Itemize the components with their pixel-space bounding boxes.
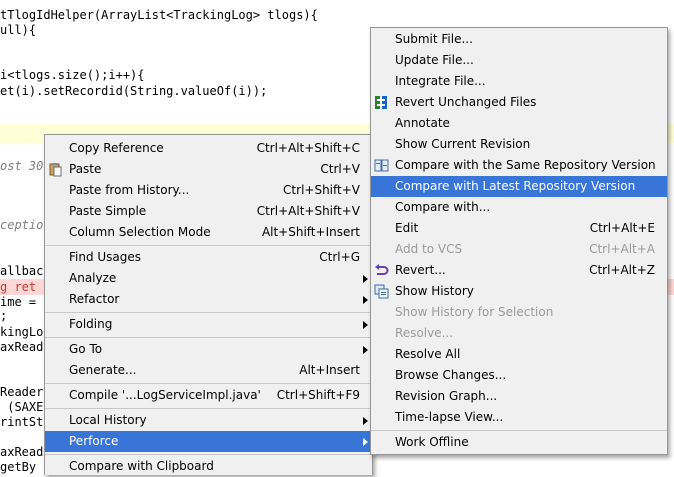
editor-context-menu: Copy Reference Ctrl+Alt+Shift+C Paste Ct… xyxy=(44,134,373,475)
menu-item-resolve[interactable]: Resolve... xyxy=(371,323,667,344)
menu-separator xyxy=(45,383,372,384)
code-line: et(i).setRecordid(String.valueOf(i)); xyxy=(0,84,268,98)
code-line: ception xyxy=(0,218,51,232)
submenu-arrow-icon xyxy=(363,346,368,354)
code-line: rintSt xyxy=(0,415,44,429)
menu-item-edit[interactable]: Edit Ctrl+Alt+E xyxy=(371,218,667,239)
menu-item-find-usages[interactable]: Find Usages Ctrl+G xyxy=(45,247,372,268)
menu-separator xyxy=(45,245,372,246)
menu-item-submit-file[interactable]: Submit File... xyxy=(371,29,667,50)
menu-item-copy-reference[interactable]: Copy Reference Ctrl+Alt+Shift+C xyxy=(45,138,372,159)
menu-item-folding[interactable]: Folding xyxy=(45,314,372,335)
menu-item-compile[interactable]: Compile '...LogServiceImpl.java' Ctrl+Sh… xyxy=(45,385,372,406)
menu-item-column-selection-mode[interactable]: Column Selection Mode Alt+Shift+Insert xyxy=(45,222,372,243)
revert-icon xyxy=(374,263,389,278)
menu-item-compare-same-repo-version[interactable]: Compare with the Same Repository Version xyxy=(371,155,667,176)
code-line: axReade xyxy=(0,340,51,354)
menu-item-compare-with-clipboard[interactable]: Compare with Clipboard xyxy=(45,456,372,477)
submenu-arrow-icon xyxy=(363,417,368,425)
menu-item-work-offline[interactable]: Work Offline xyxy=(371,432,667,453)
compare-icon xyxy=(374,158,389,173)
clipboard-icon xyxy=(48,162,63,177)
menu-separator xyxy=(45,337,372,338)
menu-item-paste-simple[interactable]: Paste Simple Ctrl+Alt+Shift+V xyxy=(45,201,372,222)
revert-unchanged-icon xyxy=(374,95,389,110)
menu-item-revision-graph[interactable]: Revision Graph... xyxy=(371,386,667,407)
menu-item-compare-latest-repo-version[interactable]: Compare with Latest Repository Version xyxy=(371,176,667,197)
menu-separator xyxy=(45,408,372,409)
menu-item-show-current-revision[interactable]: Show Current Revision xyxy=(371,134,667,155)
menu-item-local-history[interactable]: Local History xyxy=(45,410,372,431)
submenu-arrow-icon xyxy=(363,321,368,329)
menu-item-revert[interactable]: Revert... Ctrl+Alt+Z xyxy=(371,260,667,281)
code-line: ost 306 xyxy=(0,159,51,173)
menu-item-update-file[interactable]: Update File... xyxy=(371,50,667,71)
menu-item-analyze[interactable]: Analyze xyxy=(45,268,372,289)
menu-item-integrate-file[interactable]: Integrate File... xyxy=(371,71,667,92)
code-line: ime = S xyxy=(0,295,51,309)
menu-item-compare-with[interactable]: Compare with... xyxy=(371,197,667,218)
code-line: tTlogIdHelper(ArrayList<TrackingLog> tlo… xyxy=(0,8,318,22)
code-line: getBy xyxy=(0,460,37,474)
menu-item-browse-changes[interactable]: Browse Changes... xyxy=(371,365,667,386)
menu-item-revert-unchanged-files[interactable]: Revert Unchanged Files xyxy=(371,92,667,113)
menu-item-show-history[interactable]: Show History xyxy=(371,281,667,302)
menu-item-go-to[interactable]: Go To xyxy=(45,339,372,360)
menu-item-generate[interactable]: Generate... Alt+Insert xyxy=(45,360,372,381)
menu-separator xyxy=(45,312,372,313)
code-line: ull){ xyxy=(0,23,37,37)
menu-item-time-lapse-view[interactable]: Time-lapse View... xyxy=(371,407,667,428)
menu-item-paste[interactable]: Paste Ctrl+V xyxy=(45,159,372,180)
code-line: ; xyxy=(0,309,8,323)
menu-item-perforce[interactable]: Perforce xyxy=(45,431,372,452)
menu-item-resolve-all[interactable]: Resolve All xyxy=(371,344,667,365)
menu-item-show-history-selection[interactable]: Show History for Selection xyxy=(371,302,667,323)
code-line: i<tlogs.size();i++){ xyxy=(0,68,145,82)
menu-item-refactor[interactable]: Refactor xyxy=(45,289,372,310)
menu-item-annotate[interactable]: Annotate xyxy=(371,113,667,134)
menu-separator xyxy=(45,454,372,455)
menu-item-add-to-vcs[interactable]: Add to VCS Ctrl+Alt+A xyxy=(371,239,667,260)
submenu-arrow-icon xyxy=(363,438,368,446)
history-icon xyxy=(374,284,389,299)
submenu-arrow-icon xyxy=(363,296,368,304)
menu-item-paste-from-history[interactable]: Paste from History... Ctrl+Shift+V xyxy=(45,180,372,201)
menu-separator xyxy=(371,430,667,431)
code-line: allback xyxy=(0,264,51,278)
submenu-arrow-icon xyxy=(363,275,368,283)
perforce-submenu: Submit File... Update File... Integrate … xyxy=(370,27,668,455)
